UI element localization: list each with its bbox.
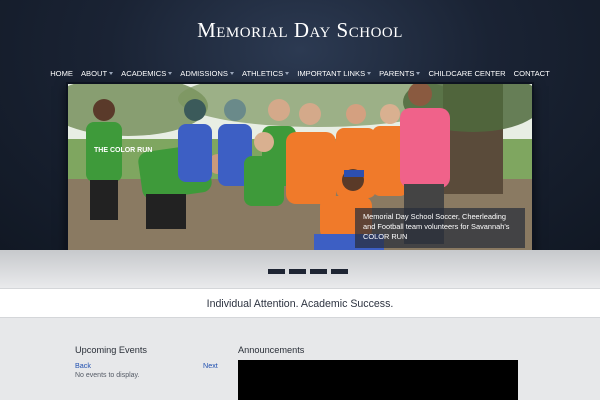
events-title: Upcoming Events [75,345,148,355]
nav-label: CONTACT [513,68,550,78]
shirt-text: THE COLOR RUN [94,147,152,154]
nav-item-academics[interactable]: ACADEMICS [117,69,176,78]
nav-item-admissions[interactable]: ADMISSIONS [176,69,238,78]
events-back-link[interactable]: Back [75,361,91,370]
nav-label: PARENTS [379,68,415,78]
tagline: Individual Attention. Academic Success. [206,298,394,310]
nav-label: HOME [50,68,73,78]
nav-label: ABOUT [80,68,108,78]
nav-item-parents[interactable]: PARENTS [375,69,424,78]
nav-label: CHILDCARE CENTER [428,68,506,78]
slider-pagination [268,269,348,274]
main-nav: HOME ABOUT ACADEMICS ADMISSIONS ATHLETIC… [50,66,550,80]
nav-item-home[interactable]: HOME [46,69,77,78]
nav-item-contact[interactable]: CONTACT [510,69,554,78]
hero-slider[interactable]: THE COLOR RUN Memorial Day School Soccer… [66,82,534,259]
site-title[interactable]: Memorial Day School [0,18,600,43]
slide-caption: Memorial Day School Soccer, Cheerleading… [355,208,525,248]
main-content: Upcoming Events Back Next No events to d… [0,318,600,400]
nav-label: ACADEMICS [121,68,167,78]
chevron-down-icon [168,71,173,75]
nav-item-athletics[interactable]: ATHLETICS [238,69,293,78]
chevron-down-icon [285,71,290,75]
events-next-link[interactable]: Next [203,361,218,370]
slider-dot-4[interactable] [331,269,348,274]
chevron-down-icon [416,71,421,75]
tagline-band: Individual Attention. Academic Success. [0,288,600,318]
slider-dot-3[interactable] [310,269,327,274]
nav-item-childcare-center[interactable]: CHILDCARE CENTER [424,69,509,78]
nav-item-important-links[interactable]: IMPORTANT LINKS [293,69,375,78]
nav-item-about[interactable]: ABOUT [77,69,117,78]
events-empty-message: No events to display. [75,372,140,379]
nav-label: ADMISSIONS [180,68,228,78]
chevron-down-icon [109,71,114,75]
announcements-video[interactable] [238,360,518,400]
chevron-down-icon [367,71,372,75]
nav-label: ATHLETICS [241,68,284,78]
chevron-down-icon [229,71,234,75]
slider-dot-1[interactable] [268,269,285,274]
nav-label: IMPORTANT LINKS [297,68,366,78]
slider-dot-2[interactable] [289,269,306,274]
announcements-title: Announcements [238,345,305,355]
